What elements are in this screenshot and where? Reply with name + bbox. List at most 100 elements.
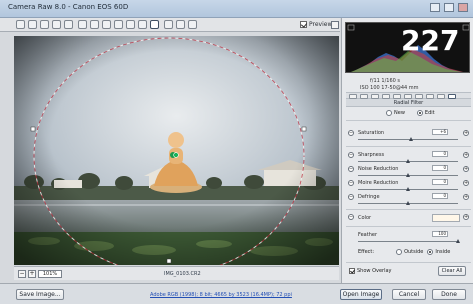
moire-reduction-minus-icon[interactable]: −	[348, 180, 354, 186]
adjustment-brush-icon[interactable]	[126, 20, 135, 29]
image-canvas[interactable]	[14, 36, 339, 265]
saturation-track[interactable]	[358, 139, 458, 140]
effect-inside[interactable]: Inside	[427, 249, 450, 255]
straighten-icon[interactable]	[90, 20, 99, 29]
save-image-button[interactable]: Save Image...	[16, 289, 64, 300]
defringe-plus-icon[interactable]: +	[463, 194, 469, 200]
panel-tabs	[346, 92, 471, 99]
sharpness-slider[interactable]: − Sharpness 0 +	[346, 150, 471, 165]
divider	[346, 262, 471, 263]
camera-raw-window: Camera Raw 8.0 - Canon EOS 60D Preview −…	[0, 0, 473, 304]
feather-label: Feather	[358, 232, 378, 238]
divider	[346, 146, 471, 147]
zoom-out-button[interactable]: −	[18, 270, 26, 278]
effect-row: Effect: Outside Inside	[358, 249, 450, 255]
show-overlay-checkbox[interactable]	[349, 268, 355, 274]
divider	[346, 226, 471, 227]
crop-icon[interactable]	[78, 20, 87, 29]
title-bar: Camera Raw 8.0 - Canon EOS 60D	[0, 0, 473, 18]
color-sampler-icon[interactable]	[52, 20, 61, 29]
sharpness-minus-icon[interactable]: −	[348, 152, 354, 158]
white-balance-icon[interactable]	[40, 20, 49, 29]
cancel-button[interactable]: Cancel	[392, 289, 426, 300]
noise-reduction-label: Noise Reduction	[358, 166, 399, 172]
color-minus-icon[interactable]: −	[348, 214, 354, 220]
mode-edit-radio[interactable]	[416, 110, 423, 116]
divider	[346, 209, 471, 210]
moire-reduction-slider[interactable]: − Moire Reduction 0 +	[346, 178, 471, 193]
show-overlay-toggle[interactable]: Show Overlay	[349, 268, 392, 274]
saturation-minus-icon[interactable]: −	[348, 130, 354, 136]
mode-new-radio[interactable]	[386, 110, 392, 116]
divider	[346, 120, 471, 121]
window-title: Camera Raw 8.0 - Canon EOS 60D	[8, 3, 129, 11]
spot-removal-icon[interactable]	[102, 20, 111, 29]
red-eye-icon[interactable]	[114, 20, 123, 29]
saturation-label: Saturation	[358, 130, 385, 136]
mode-new[interactable]: New	[386, 110, 405, 116]
sharpness-value[interactable]: 0	[432, 151, 448, 157]
defringe-label: Defringe	[358, 194, 380, 200]
effect-outside[interactable]: Outside	[396, 249, 423, 255]
color-swatch[interactable]	[432, 214, 460, 222]
clear-all-button[interactable]: Clear All	[438, 266, 466, 276]
noise-reduction-value[interactable]: 0	[432, 165, 448, 171]
mode-selector: New Edit	[386, 110, 435, 116]
overlay-number: 227	[401, 24, 460, 57]
moire-reduction-value[interactable]: 0	[432, 179, 448, 185]
mode-edit[interactable]: Edit	[416, 110, 435, 116]
moire-reduction-thumb[interactable]	[406, 187, 410, 191]
effect-label: Effect:	[358, 249, 375, 255]
graduated-filter-icon[interactable]	[138, 20, 147, 29]
defringe-slider[interactable]: − Defringe 0 +	[346, 192, 471, 207]
panel-title: Radial Filter	[346, 99, 471, 107]
defringe-minus-icon[interactable]: −	[348, 194, 354, 200]
open-image-button[interactable]: Open Image	[340, 289, 382, 300]
sharpness-thumb[interactable]	[406, 159, 410, 163]
defringe-value[interactable]: 0	[432, 193, 448, 199]
preview-checkbox[interactable]	[300, 21, 307, 28]
zoom-level-select[interactable]: 101%	[38, 270, 62, 278]
noise-reduction-plus-icon[interactable]: +	[463, 166, 469, 172]
effect-outside-radio[interactable]	[396, 249, 403, 255]
targeted-adjust-icon[interactable]	[64, 20, 73, 29]
photo-preview	[14, 36, 339, 265]
effect-inside-radio[interactable]	[427, 249, 434, 255]
zoom-in-button[interactable]: +	[28, 270, 36, 278]
feather-track[interactable]	[358, 241, 458, 242]
sharpness-label: Sharpness	[358, 152, 385, 158]
zoom-control: − + 101%	[18, 270, 62, 278]
color-row: − Color +	[346, 212, 471, 223]
workflow-options-link[interactable]: Adobe RGB (1998); 8 bit; 4665 by 3523 (1…	[150, 292, 292, 298]
feather-value[interactable]: 100	[432, 231, 448, 237]
noise-reduction-minus-icon[interactable]: −	[348, 166, 354, 172]
saturation-plus-icon[interactable]: +	[463, 130, 469, 136]
camera-info-line-1: f/11 1/160 s	[370, 78, 400, 84]
preview-toggle[interactable]: Preview	[300, 21, 332, 28]
feather-thumb[interactable]	[456, 239, 460, 243]
zoom-tool-icon[interactable]	[16, 20, 25, 29]
saturation-value[interactable]: +6	[432, 129, 448, 135]
done-button[interactable]: Done	[432, 289, 466, 300]
saturation-slider[interactable]: − Saturation +6 +	[346, 128, 471, 143]
moire-reduction-plus-icon[interactable]: +	[463, 180, 469, 186]
saturation-thumb[interactable]	[409, 137, 413, 141]
fullscreen-toggle-icon[interactable]	[331, 21, 339, 29]
defringe-thumb[interactable]	[406, 201, 410, 205]
tool-bar	[0, 18, 340, 32]
color-plus-icon[interactable]: +	[463, 214, 469, 220]
maximize-icon[interactable]	[444, 3, 454, 12]
preferences-icon[interactable]	[164, 20, 173, 29]
hand-tool-icon[interactable]	[28, 20, 37, 29]
preview-label: Preview	[309, 21, 333, 28]
sharpness-plus-icon[interactable]: +	[463, 152, 469, 158]
status-bar: − + 101% IMG_0103.CR2	[14, 266, 339, 280]
rotate-ccw-icon[interactable]	[176, 20, 185, 29]
rotate-cw-icon[interactable]	[188, 20, 197, 29]
minimize-icon[interactable]	[430, 3, 440, 12]
feather-slider[interactable]: Feather 100	[346, 230, 471, 245]
radial-filter-icon[interactable]	[150, 20, 159, 29]
noise-reduction-thumb[interactable]	[406, 173, 410, 177]
noise-reduction-slider[interactable]: − Noise Reduction 0 +	[346, 164, 471, 179]
close-icon[interactable]	[458, 3, 468, 12]
